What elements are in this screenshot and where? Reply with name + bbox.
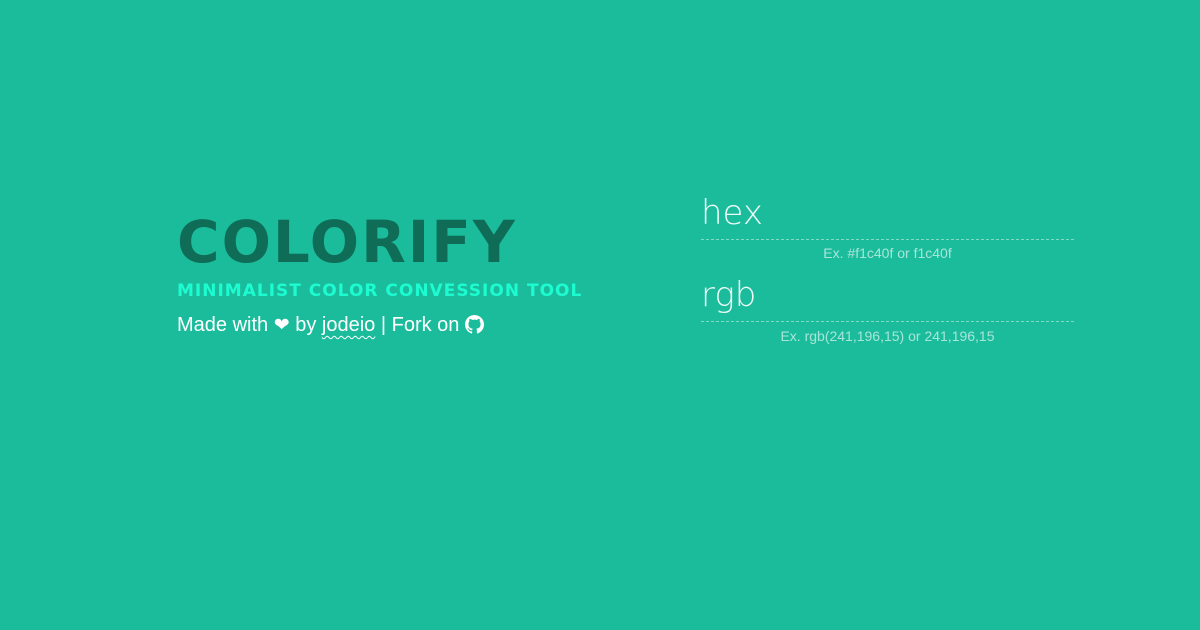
rgb-hint: Ex. rgb(241,196,15) or 241,196,15 [780, 328, 995, 344]
fork-on-github-link[interactable]: Fork on [392, 314, 484, 336]
github-icon[interactable] [464, 315, 484, 334]
made-with-text: Made with [177, 314, 269, 336]
rgb-field-group: Ex. rgb(241,196,15) or 241,196,15 [701, 268, 1074, 345]
app-subtitle: MINIMALIST COLOR CONVESSION TOOL [177, 281, 583, 301]
hex-hint: Ex. #f1c40f or f1c40f [823, 245, 952, 261]
by-text: by [295, 314, 317, 336]
credits-line: Made with ❤ by jodeio | Fork on [177, 311, 647, 340]
separator: | [380, 314, 387, 336]
fork-text: Fork on [391, 314, 460, 336]
heart-icon: ❤ [273, 315, 290, 336]
rgb-input[interactable] [701, 268, 1074, 322]
hex-field-group: Ex. #f1c40f or f1c40f [701, 186, 1074, 262]
hex-input[interactable] [701, 186, 1074, 240]
author-link[interactable]: jodeio [322, 314, 375, 336]
app-title: COLORIFY [177, 208, 517, 276]
brand-block: COLORIFY MINIMALIST COLOR CONVESSION TOO… [177, 205, 647, 340]
